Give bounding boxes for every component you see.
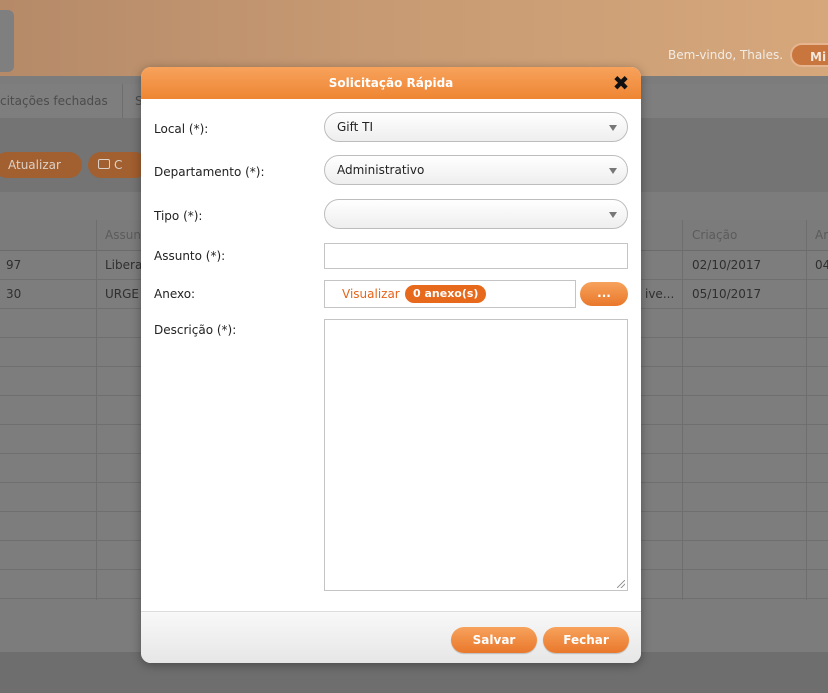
- anexo-field: Visualizar 0 anexo(s): [324, 280, 576, 308]
- anexo-label: Anexo:: [154, 287, 196, 301]
- chat-button[interactable]: C: [88, 152, 148, 178]
- departamento-label: Departamento (*):: [154, 165, 265, 179]
- tab-closed-requests[interactable]: citações fechadas: [0, 84, 123, 118]
- dialog-footer: Salvar Fechar: [141, 611, 641, 663]
- row-created: 05/10/2017: [692, 287, 762, 301]
- user-menu-button[interactable]: Mi: [790, 43, 828, 67]
- save-button[interactable]: Salvar: [451, 627, 537, 653]
- add-attachment-button[interactable]: ...: [580, 282, 628, 306]
- welcome-text: Bem-vindo, Thales.: [668, 48, 784, 62]
- column-header-subject[interactable]: Assun: [105, 220, 141, 250]
- chevron-down-icon: [609, 125, 617, 131]
- column-header-other[interactable]: Ar: [815, 220, 828, 250]
- resize-handle-icon[interactable]: [617, 580, 625, 588]
- row-subject: Libera: [105, 258, 143, 272]
- attachment-count-badge: 0 anexo(s): [405, 285, 487, 303]
- logo: [0, 10, 14, 72]
- dialog-title: Solicitação Rápida: [328, 76, 454, 90]
- dialog-title-bar: Solicitação Rápida ✖: [141, 67, 641, 99]
- descricao-textarea[interactable]: [324, 319, 628, 591]
- row-id: 30: [6, 287, 22, 301]
- row-created: 02/10/2017: [692, 258, 762, 272]
- column-divider: [96, 220, 97, 600]
- close-button[interactable]: Fechar: [543, 627, 629, 653]
- column-header-created[interactable]: Criação: [692, 220, 737, 250]
- local-select[interactable]: Gift TI: [324, 112, 628, 142]
- app-header: Bem-vindo, Thales. Mi: [0, 0, 828, 76]
- assunto-label: Assunto (*):: [154, 249, 226, 263]
- local-select-value: Gift TI: [337, 120, 374, 134]
- departamento-select[interactable]: Administrativo: [324, 155, 628, 185]
- column-divider: [682, 220, 683, 600]
- descricao-label: Descrição (*):: [154, 323, 237, 337]
- refresh-button[interactable]: Atualizar: [0, 152, 82, 178]
- quick-request-dialog: Solicitação Rápida ✖ Local (*): Gift TI …: [141, 67, 641, 663]
- chat-button-label: C: [114, 158, 123, 172]
- departamento-select-value: Administrativo: [337, 163, 425, 177]
- row-extra: ive...: [645, 287, 675, 301]
- tipo-select[interactable]: [324, 199, 628, 229]
- local-label: Local (*):: [154, 122, 209, 136]
- row-subject: URGE: [105, 287, 140, 301]
- chat-icon: [98, 159, 110, 169]
- column-divider: [806, 220, 807, 600]
- row-other: 04: [815, 258, 828, 272]
- chevron-down-icon: [609, 168, 617, 174]
- visualizar-link[interactable]: Visualizar: [342, 281, 400, 307]
- chevron-down-icon: [609, 212, 617, 218]
- assunto-input[interactable]: [324, 243, 628, 269]
- row-id: 97: [6, 258, 22, 272]
- tipo-label: Tipo (*):: [154, 209, 203, 223]
- close-icon[interactable]: ✖: [611, 71, 631, 95]
